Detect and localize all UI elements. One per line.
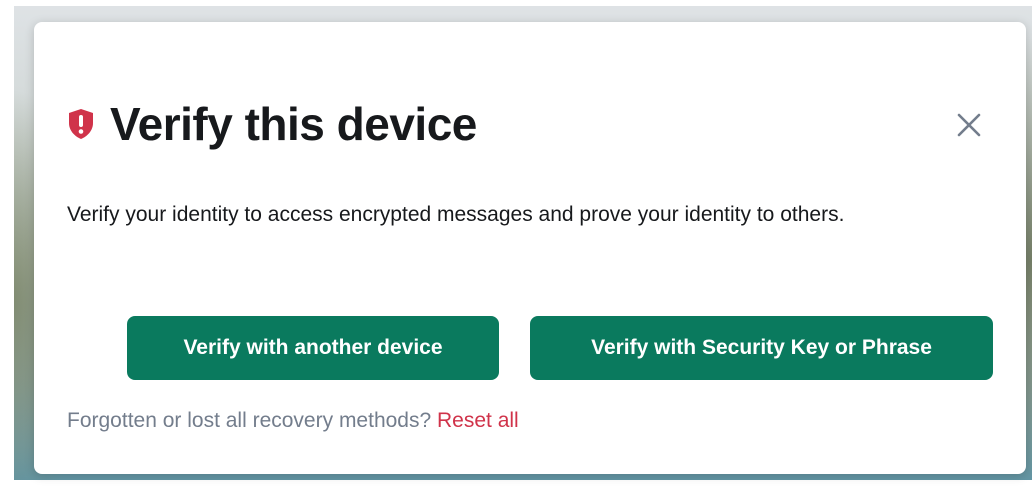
shield-warning-icon — [66, 107, 96, 141]
dialog-header: Verify this device — [66, 96, 477, 152]
dialog-description: Verify your identity to access encrypted… — [67, 203, 845, 226]
verify-with-another-device-button[interactable]: Verify with another device — [127, 316, 499, 380]
reset-all-link[interactable]: Reset all — [437, 409, 519, 432]
dialog-title: Verify this device — [110, 98, 477, 150]
recovery-prompt: Forgotten or lost all recovery methods? — [67, 409, 432, 432]
left-edge — [0, 0, 14, 488]
bottom-edge — [0, 480, 1032, 488]
top-strip — [0, 0, 1032, 6]
recovery-footer: Forgotten or lost all recovery methods? … — [67, 406, 519, 436]
verify-device-dialog: Verify this device Verify your identity … — [34, 22, 1026, 474]
verify-with-security-key-button[interactable]: Verify with Security Key or Phrase — [530, 316, 993, 380]
close-icon[interactable] — [954, 110, 984, 140]
